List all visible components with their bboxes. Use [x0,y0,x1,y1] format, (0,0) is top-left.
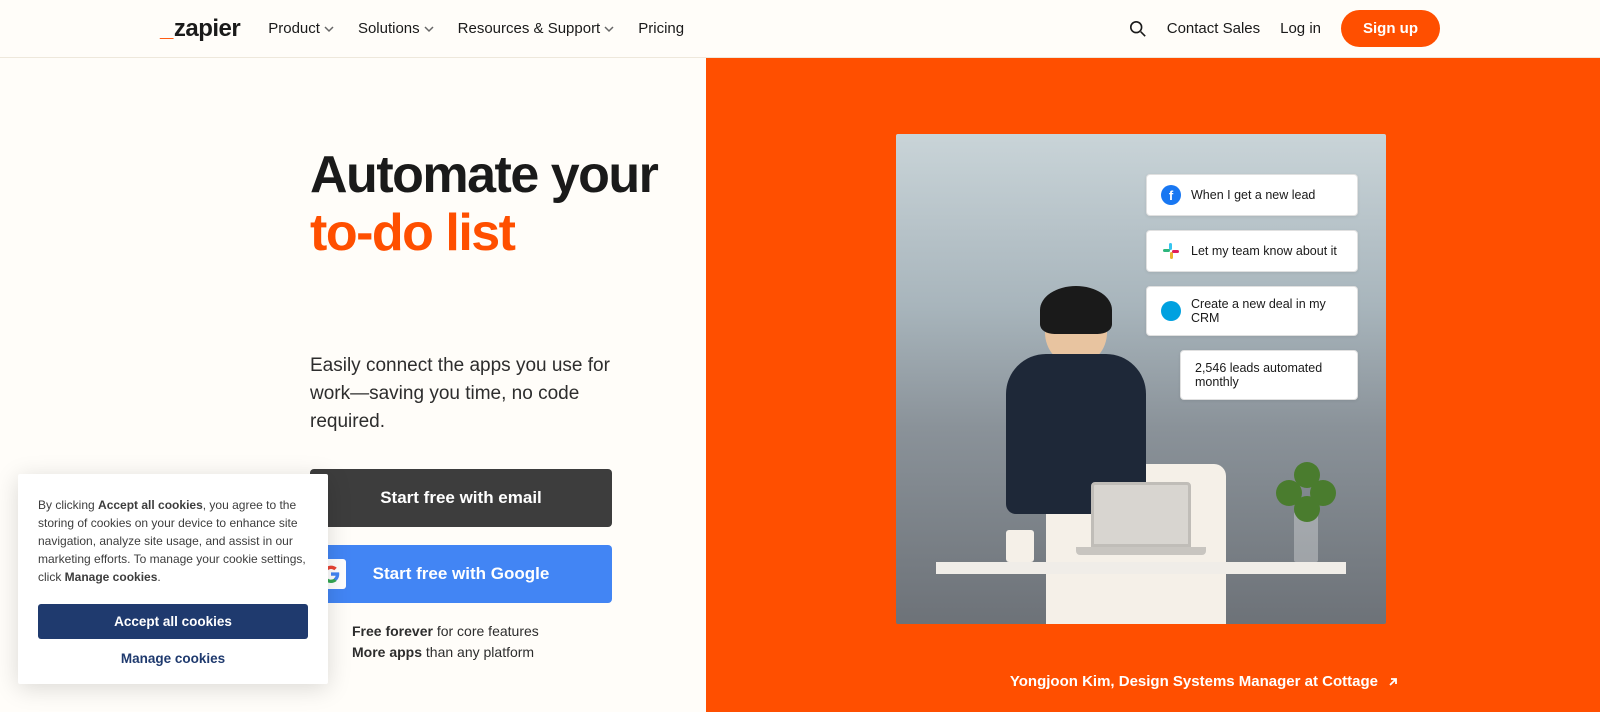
feature-item: Free forever for core features [352,621,706,642]
signup-button[interactable]: Sign up [1341,10,1440,47]
step-text: Create a new deal in my CRM [1191,297,1343,325]
slack-icon [1161,241,1181,261]
step-card: Create a new deal in my CRM [1146,286,1358,336]
hero-right: f When I get a new lead Let my team know… [706,58,1600,712]
mug-graphic [1006,530,1034,562]
start-email-button[interactable]: Start free with email [310,469,612,527]
nav-pricing[interactable]: Pricing [638,20,684,37]
chevron-down-icon [424,24,434,34]
salesforce-icon [1161,301,1181,321]
chevron-down-icon [324,24,334,34]
login-link[interactable]: Log in [1280,20,1321,37]
brand-name: zapier [174,15,240,43]
laptop-graphic [1076,482,1206,562]
step-card: Let my team know about it [1146,230,1358,272]
step-text: When I get a new lead [1191,188,1315,202]
primary-nav: Product Solutions Resources & Support Pr… [268,20,684,37]
hero-image: f When I get a new lead Let my team know… [896,134,1386,624]
nav-resources[interactable]: Resources & Support [458,20,615,37]
step-text: Let my team know about it [1191,244,1337,258]
chevron-down-icon [604,24,614,34]
testimonial-caption[interactable]: Yongjoon Kim, Design Systems Manager at … [1010,673,1400,690]
contact-sales-link[interactable]: Contact Sales [1167,20,1260,37]
hero-description: Easily connect the apps you use for work… [310,352,640,435]
cookie-consent-banner: By clicking Accept all cookies, you agre… [18,474,328,684]
nav-solutions[interactable]: Solutions [358,20,434,37]
feature-item: More apps than any platform [352,642,706,663]
external-link-icon [1386,675,1400,689]
brand-logo[interactable]: _zapier [160,15,240,43]
manage-cookies-link[interactable]: Manage cookies [38,651,308,666]
step-card: f When I get a new lead [1146,174,1358,216]
workflow-steps: f When I get a new lead Let my team know… [1146,174,1358,400]
site-header: _zapier Product Solutions Resources & Su… [0,0,1600,58]
cookie-text: By clicking Accept all cookies, you agre… [38,496,308,586]
nav-product[interactable]: Product [268,20,334,37]
start-google-button[interactable]: Start free with Google [310,545,612,603]
step-card-stat: 2,546 leads automated monthly [1180,350,1358,400]
hero-title: Automate your to-do list [310,146,706,262]
desk-graphic [936,562,1346,574]
search-icon[interactable] [1129,20,1147,38]
step-text: 2,546 leads automated monthly [1195,361,1343,389]
feature-list: Free forever for core features More apps… [352,621,706,663]
logo-underscore-icon: _ [160,15,173,43]
plant-graphic [1276,462,1336,562]
accept-cookies-button[interactable]: Accept all cookies [38,604,308,639]
facebook-icon: f [1161,185,1181,205]
